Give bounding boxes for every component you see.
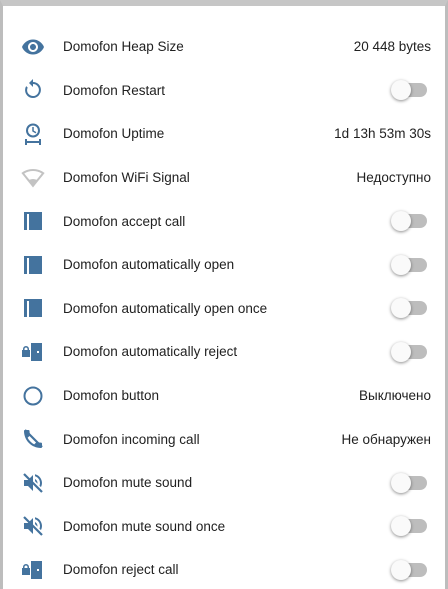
toggle-switch[interactable] (391, 254, 427, 275)
toggle-thumb (391, 298, 411, 319)
entities-card: Domofon Heap Size 20 448 bytes Domofon Res… (0, 0, 448, 589)
toggle-thumb (391, 211, 411, 232)
entity-list: Domofon Heap Size 20 448 bytes Domofon Res… (3, 25, 445, 589)
toggle-thumb (391, 472, 411, 493)
entity-state: Недоступно (356, 170, 431, 186)
entity-name: Domofon accept call (63, 213, 186, 229)
entity-row[interactable]: Domofon Uptime 1d 13h 53m 30s (3, 112, 445, 156)
entity-row[interactable]: Domofon button Выключено (3, 374, 445, 418)
entity-name: Domofon automatically reject (63, 344, 238, 360)
toggle-thumb (391, 80, 411, 101)
entity-row[interactable]: Domofon incoming call Не обнаружен (3, 417, 445, 461)
entity-name: Domofon incoming call (63, 431, 200, 447)
door-icon (21, 296, 45, 320)
entity-state: 20 448 bytes (353, 39, 431, 55)
toggle-switch[interactable] (391, 341, 427, 362)
entity-name: Domofon Restart (63, 82, 166, 98)
toggle-switch[interactable] (391, 211, 427, 232)
entity-row[interactable]: Domofon accept call (3, 199, 445, 243)
timer-icon (21, 122, 45, 146)
door-icon (21, 209, 45, 233)
restart-icon (21, 78, 45, 102)
volume-off-icon (21, 471, 45, 495)
entity-row[interactable]: Domofon Heap Size 20 448 bytes (3, 25, 445, 69)
entity-row[interactable]: Domofon mute sound once (3, 505, 445, 549)
toggle-switch[interactable] (391, 298, 427, 319)
door-icon (21, 253, 45, 277)
entity-row[interactable]: Domofon automatically reject (3, 330, 445, 374)
entity-name: Domofon reject call (63, 562, 179, 578)
entity-state: 1d 13h 53m 30s (334, 126, 431, 142)
entity-state: Не обнаружен (341, 431, 431, 447)
circle-icon (21, 384, 45, 408)
toggle-thumb (391, 559, 411, 580)
entity-state: Выключено (359, 388, 431, 404)
entity-row[interactable]: Domofon automatically open (3, 243, 445, 287)
toggle-switch[interactable] (391, 559, 427, 580)
toggle-switch[interactable] (391, 516, 427, 537)
eye-icon (21, 35, 45, 59)
entity-row[interactable]: Domofon Restart (3, 69, 445, 113)
door-lock-icon (21, 340, 45, 364)
toggle-switch[interactable] (391, 80, 427, 101)
entity-name: Domofon button (63, 388, 160, 404)
entity-name: Domofon mute sound once (63, 518, 226, 534)
entity-name: Domofon mute sound (63, 475, 193, 491)
entity-name: Domofon automatically open once (63, 300, 268, 316)
phone-off-icon (21, 427, 45, 451)
toggle-thumb (391, 516, 411, 537)
toggle-thumb (391, 341, 411, 362)
toggle-thumb (391, 254, 411, 275)
wifi-icon (21, 166, 45, 190)
door-lock-icon (21, 558, 45, 582)
entity-row[interactable]: Domofon automatically open once (3, 287, 445, 331)
volume-off-icon (21, 514, 45, 538)
entity-name: Domofon automatically open (63, 257, 235, 273)
entity-row[interactable]: Domofon WiFi Signal Недоступно (3, 156, 445, 200)
entity-row[interactable]: Domofon reject call (3, 548, 445, 589)
toggle-switch[interactable] (391, 472, 427, 493)
entity-row[interactable]: Domofon mute sound (3, 461, 445, 505)
entity-name: Domofon Heap Size (63, 39, 184, 55)
entity-name: Domofon Uptime (63, 126, 165, 142)
entity-name: Domofon WiFi Signal (63, 170, 190, 186)
